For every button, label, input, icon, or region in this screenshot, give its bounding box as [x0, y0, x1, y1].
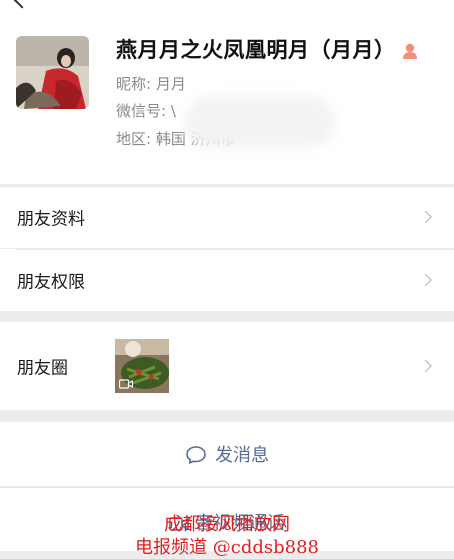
- send-message-button[interactable]: 发消息: [0, 422, 454, 486]
- friend-permissions-label: 朋友权限: [17, 272, 85, 293]
- nickname-line: 昵称: 月月: [116, 73, 186, 94]
- nickname-value: 月月: [155, 75, 186, 93]
- row-divider: [17, 249, 454, 250]
- back-arrow-icon[interactable]: [13, 0, 31, 9]
- row-divider: [0, 487, 454, 488]
- wechat-id-label: 微信号:: [116, 102, 167, 120]
- female-gender-icon: [403, 43, 417, 59]
- region-label: 地区:: [116, 130, 152, 148]
- avatar-image: [16, 36, 89, 109]
- send-message-label: 发消息: [215, 445, 269, 466]
- wechat-id-value: \: [170, 102, 176, 120]
- moments-label: 朋友圈: [17, 358, 68, 379]
- avatar[interactable]: [16, 36, 89, 109]
- wechat-id-line: 微信号: \: [116, 100, 176, 121]
- video-camera-icon: [119, 379, 133, 389]
- nickname-label: 昵称:: [116, 75, 152, 93]
- chevron-right-icon: [419, 273, 432, 287]
- display-name: 燕月月之火凤凰明月（月月）: [116, 38, 396, 62]
- moments-thumbnail[interactable]: [115, 339, 169, 393]
- chat-bubble-icon: [186, 446, 206, 464]
- watermark-line-2: 电报频道 @cddsb888: [135, 537, 319, 558]
- row-divider: [0, 186, 454, 187]
- blurred-redaction: [185, 96, 335, 148]
- friend-info-row[interactable]: 朋友资料: [0, 186, 454, 248]
- friend-permissions-row[interactable]: 朋友权限: [0, 249, 454, 311]
- top-bar: [0, 0, 454, 12]
- chevron-right-icon: [419, 210, 432, 224]
- moments-row[interactable]: 朋友圈: [0, 322, 454, 410]
- friend-info-label: 朋友资料: [17, 209, 85, 230]
- profile-header: 燕月月之火凤凰明月（月月） 昵称: 月月 微信号: \ 地区: 韩国 济州市: [0, 12, 454, 184]
- send-message-content: 发消息: [0, 441, 454, 467]
- chevron-right-icon: [419, 359, 432, 373]
